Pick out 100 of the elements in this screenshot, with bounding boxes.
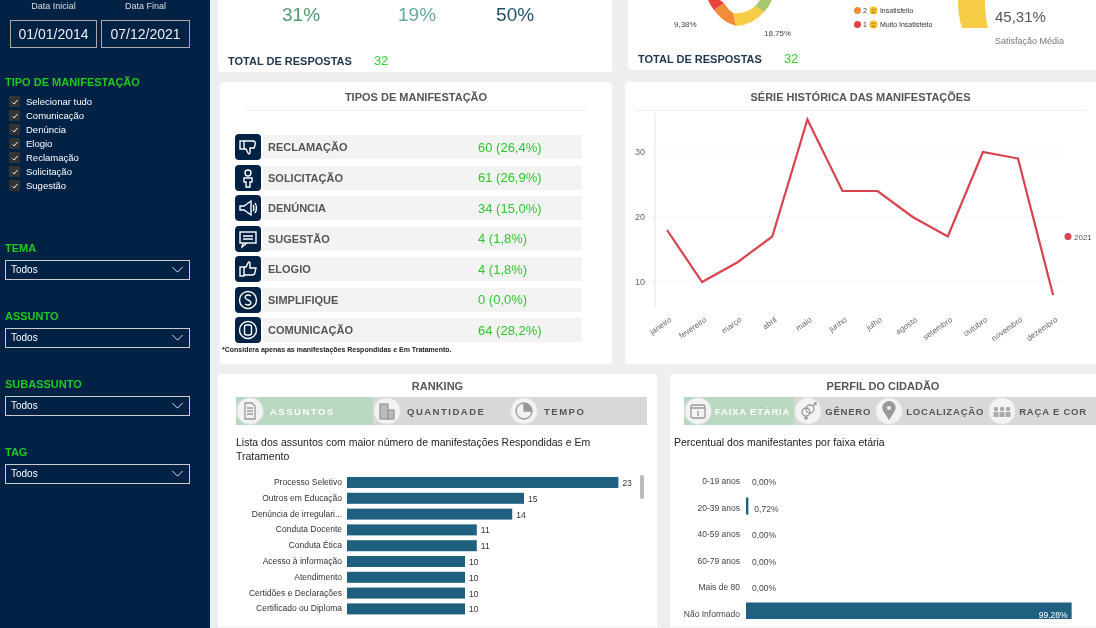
slice-label: 18,75% (764, 29, 792, 38)
type-label: SUGESTÃO (267, 232, 331, 245)
type-count: 4 (1,8%) (478, 261, 528, 277)
tab[interactable]: TEMPO (510, 397, 647, 425)
bar-label: 40-59 anos (697, 529, 740, 539)
bar-value: 11 (480, 525, 490, 536)
checkbox-label: Denúncia (26, 124, 67, 136)
dropdown[interactable]: Todos (5, 327, 190, 348)
card-title: TIPOS DE MANIFESTAÇÃO (245, 82, 587, 111)
percentage-value: 19% (398, 4, 437, 26)
chart-subtitle: Percentual dos manifestantes por faixa etária (674, 435, 886, 449)
bar-value: 11 (480, 541, 490, 552)
percentage-value: 31% (282, 4, 321, 26)
type-count: 60 (26,4%) (478, 139, 542, 155)
type-count: 61 (26,9%) (478, 170, 542, 185)
bar-label: Conduta Docente (275, 524, 342, 535)
bar-value: 14 (516, 509, 526, 520)
type-label: DENÚNCIA (267, 202, 328, 214)
date-field[interactable]: 01/01/2014 (10, 20, 97, 48)
bar-value: 0,72% (754, 503, 779, 514)
bar-value: 23 (622, 478, 632, 488)
checkbox[interactable] (9, 180, 20, 192)
bar-label: Certificado ou Diploma (256, 603, 342, 614)
chevron-down-icon (171, 402, 184, 409)
bar-label: Não Informado (683, 608, 740, 619)
type-count: 64 (28,2%) (478, 322, 542, 338)
axis-tick: 30 (635, 147, 645, 157)
checkbox[interactable] (9, 152, 20, 164)
tab[interactable]: GÊNERO (794, 397, 876, 425)
checkbox-label: Elogio (26, 138, 53, 150)
bar-value: 10 (469, 557, 479, 567)
average-label: Satisfação Média (995, 36, 1065, 46)
frame-icon (235, 317, 261, 343)
gauge-drawing (958, 0, 988, 28)
checkbox[interactable] (9, 110, 20, 122)
bar-label: 20-39 anos (697, 502, 740, 513)
bar-label: Acesso à informação (262, 556, 342, 566)
date-label: Data Final (125, 0, 166, 12)
tab[interactable]: QUANTIDADE (373, 397, 510, 425)
chevron-down-icon (171, 266, 184, 273)
type-label: ELOGIO (267, 263, 312, 275)
type-label: SIMPLIFIQUE (267, 293, 340, 306)
card-title: SÉRIE HISTÓRICA DAS MANIFESTAÇÕES (635, 82, 1086, 111)
bar-label: Conduta Ética (288, 540, 342, 551)
document-icon (236, 397, 264, 425)
chevron-down-icon (171, 334, 184, 341)
thumbs-down-icon (235, 134, 261, 160)
calendar-icon (684, 397, 712, 425)
bar (746, 497, 749, 515)
dropdown[interactable]: Todos (5, 463, 190, 484)
checkbox[interactable] (9, 166, 20, 178)
bar-label: 60-79 anos (697, 555, 740, 566)
bar-value: 10 (469, 604, 479, 615)
checkbox[interactable] (9, 124, 20, 136)
bar-label: 0-19 anos (702, 476, 740, 486)
speech-bubble-icon (235, 225, 261, 252)
axis-tick: 20 (635, 212, 645, 222)
checkbox-label: Sugestão (26, 180, 67, 192)
chart-subtitle: Lista dos assuntos com maior número de manifestações Respondidas e Em Tratamento (236, 435, 592, 463)
checkbox[interactable] (9, 96, 20, 108)
type-count: 34 (15,0%) (478, 200, 542, 216)
type-count: 4 (1,8%) (478, 231, 528, 246)
bar-value: 10 (469, 572, 479, 583)
bar-label: Mais de 80 (698, 582, 740, 592)
total-label: TOTAL DE RESPOSTAS (228, 54, 352, 67)
scrollbar[interactable] (640, 475, 644, 499)
date-field[interactable]: 07/12/2021 (101, 20, 190, 48)
checkbox[interactable] (9, 138, 20, 150)
checkbox-label: Solicitação (26, 166, 72, 178)
bar-value: 99,28% (1038, 609, 1068, 619)
dropdown[interactable]: Todos (5, 259, 190, 280)
bar-value: 0,00% (752, 477, 777, 487)
tab[interactable]: RAÇA E COR (988, 397, 1091, 425)
megaphone-icon (235, 195, 261, 221)
filter-title: TAG (5, 445, 29, 458)
dropdown[interactable]: Todos (5, 395, 190, 416)
bar-label: Outros em Educação (262, 492, 342, 503)
bar-value: 10 (469, 588, 479, 599)
thumbs-up-icon (235, 256, 261, 282)
bar-label: Atendimento (294, 571, 342, 582)
type-label: COMUNICAÇÃO (267, 324, 354, 336)
checkbox-label: Comunicação (26, 110, 85, 122)
axis-label: maio (794, 315, 814, 333)
filter-title: SUBASSUNTO (5, 377, 83, 390)
bar-value: 0,00% (752, 556, 777, 567)
filter-title: TIPO DE MANIFESTAÇÃO (5, 76, 141, 88)
filter-title: TEMA (5, 241, 38, 254)
slice-label: 9,38% (674, 20, 697, 29)
sad-face-icon (868, 6, 878, 15)
sad-face-icon (868, 20, 878, 29)
average-value: 45,31% (995, 8, 1046, 25)
legend-label: 2021 (1074, 232, 1092, 242)
bar-value: 0,00% (752, 530, 777, 540)
date-label: Data Inicial (31, 0, 76, 12)
bar-value: 0,00% (752, 583, 777, 593)
axis-tick: 10 (635, 277, 645, 287)
checkbox-label: Selecionar tudo (26, 96, 93, 108)
person-icon (235, 164, 261, 191)
bar-value: 15 (528, 493, 538, 504)
tab[interactable]: LOCALIZAÇÃO (875, 397, 989, 425)
